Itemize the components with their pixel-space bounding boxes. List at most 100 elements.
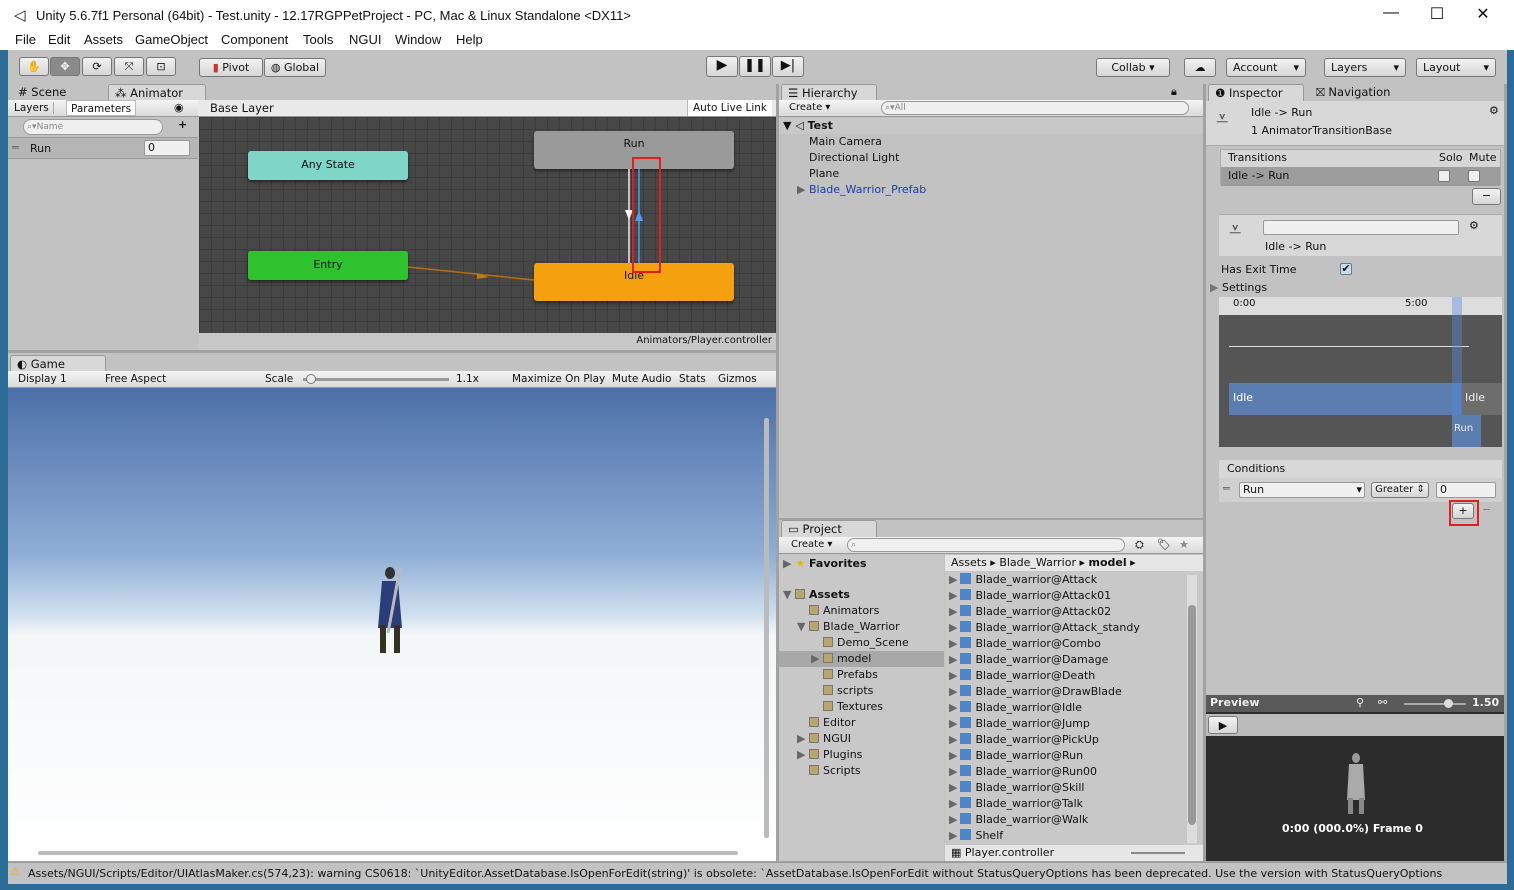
expand-arrow-icon[interactable]: ▶ bbox=[797, 731, 809, 747]
stats-toggle[interactable]: Stats bbox=[679, 373, 706, 385]
menu-edit[interactable]: Edit bbox=[48, 32, 70, 47]
expand-arrow-icon[interactable]: ▼ bbox=[783, 119, 791, 132]
expand-arrow-icon[interactable]: ▶ bbox=[949, 765, 957, 778]
tab-layers[interactable]: Layers bbox=[14, 102, 54, 114]
expand-arrow-icon[interactable]: ▶ bbox=[949, 733, 957, 746]
condition-parameter-dropdown[interactable]: Run ▾ bbox=[1239, 482, 1365, 498]
settings-foldout[interactable]: ▶ Settings bbox=[1210, 281, 1267, 294]
hierarchy-item[interactable]: Plane bbox=[809, 166, 839, 182]
global-button[interactable]: ◍ Global bbox=[264, 58, 326, 77]
scene-row[interactable]: ▼ ◁ Test bbox=[779, 118, 1203, 134]
project-file[interactable]: ▶ Blade_warrior@Run bbox=[949, 748, 1083, 764]
preview-timeline[interactable]: ▶ bbox=[1206, 714, 1504, 736]
breadcrumb-item[interactable]: Assets bbox=[951, 556, 987, 569]
favorites-row[interactable]: ▶ ★ Favorites bbox=[783, 556, 867, 572]
speed-icon[interactable]: ⚯ bbox=[1378, 696, 1387, 709]
expand-arrow-icon[interactable]: ▶ bbox=[949, 829, 957, 842]
project-folder[interactable]: Scripts bbox=[797, 763, 861, 779]
project-folder[interactable]: ▶ NGUI bbox=[797, 731, 851, 747]
status-message[interactable]: Assets/NGUI/Scripts/Editor/UIAtlasMaker.… bbox=[28, 867, 1442, 880]
expand-arrow-icon[interactable]: ▶ bbox=[949, 685, 957, 698]
project-file[interactable]: ▶ Shelf bbox=[949, 828, 1003, 844]
speed-slider[interactable] bbox=[1404, 699, 1466, 708]
hierarchy-item[interactable]: Directional Light bbox=[809, 150, 899, 166]
project-file[interactable]: ▶ Blade_warrior@DrawBlade bbox=[949, 684, 1122, 700]
menu-gameobject[interactable]: GameObject bbox=[135, 32, 208, 47]
project-folder[interactable]: ▶ model bbox=[779, 651, 944, 667]
idle-clip-bar-2[interactable]: Idle bbox=[1461, 383, 1502, 415]
transition-name-input[interactable] bbox=[1263, 220, 1459, 235]
project-file[interactable]: ▶ Blade_warrior@Idle bbox=[949, 700, 1082, 716]
eye-icon[interactable]: ◉ bbox=[174, 101, 184, 114]
game-view[interactable] bbox=[8, 388, 776, 861]
menu-file[interactable]: File bbox=[15, 32, 36, 47]
create-dropdown[interactable]: Create ▾ bbox=[789, 102, 830, 113]
vertical-scrollbar[interactable] bbox=[764, 418, 769, 838]
project-file[interactable]: ▶ Blade_warrior@Skill bbox=[949, 780, 1084, 796]
pivot-button[interactable]: ▮ Pivot bbox=[199, 58, 263, 77]
parameter-row[interactable]: ═ Run 0 bbox=[8, 137, 198, 159]
filter-type-icon[interactable]: ⛭ bbox=[1135, 538, 1144, 552]
remove-condition-button[interactable]: − bbox=[1482, 503, 1491, 516]
solo-checkbox[interactable] bbox=[1438, 170, 1450, 182]
star-icon[interactable]: ★ bbox=[1179, 538, 1189, 551]
expand-arrow-icon[interactable]: ▶ bbox=[949, 621, 957, 634]
add-parameter-button[interactable]: + bbox=[178, 118, 187, 131]
preview-play-button[interactable]: ▶ bbox=[1208, 716, 1238, 734]
maximize-button[interactable]: ☐ bbox=[1422, 4, 1452, 24]
tab-project[interactable]: ▭ Project bbox=[781, 520, 877, 537]
project-folder[interactable]: ▼ Blade_Warrior bbox=[797, 619, 900, 635]
project-file[interactable]: ▶ Blade_warrior@Jump bbox=[949, 716, 1090, 732]
project-folder[interactable]: Demo_Scene bbox=[811, 635, 909, 651]
gear-icon[interactable]: ⚙ bbox=[1489, 104, 1499, 117]
tab-animator[interactable]: ⁂ Animator bbox=[108, 84, 206, 101]
aspect-dropdown[interactable]: Free Aspect bbox=[105, 373, 166, 385]
pause-button[interactable]: ❚❚ bbox=[739, 56, 771, 77]
breadcrumb-base-layer[interactable]: Base Layer bbox=[210, 101, 274, 115]
tab-parameters[interactable]: Parameters bbox=[66, 100, 137, 116]
mute-checkbox[interactable] bbox=[1468, 170, 1480, 182]
expand-arrow-icon[interactable]: ▼ bbox=[797, 619, 809, 635]
expand-arrow-icon[interactable]: ▶ bbox=[949, 701, 957, 714]
project-folder[interactable]: Prefabs bbox=[811, 667, 878, 683]
menu-ngui[interactable]: NGUI bbox=[349, 32, 382, 47]
project-file[interactable]: ▶ Blade_warrior@Combo bbox=[949, 636, 1101, 652]
project-file[interactable]: ▶ Blade_warrior@Attack_standy bbox=[949, 620, 1140, 636]
hand-tool-button[interactable]: ✋ bbox=[19, 57, 49, 76]
transition-row[interactable]: Idle -> Run bbox=[1221, 167, 1500, 186]
scale-tool-button[interactable]: ⤧ bbox=[114, 57, 144, 76]
minimize-button[interactable]: — bbox=[1376, 4, 1406, 22]
parameter-value-input[interactable]: 0 bbox=[144, 140, 190, 156]
tab-game[interactable]: ◐ Game bbox=[10, 355, 106, 372]
expand-arrow-icon[interactable]: ▶ bbox=[949, 589, 957, 602]
expand-arrow-icon[interactable]: ▶ bbox=[949, 605, 957, 618]
project-file[interactable]: ▶ Blade_warrior@Damage bbox=[949, 652, 1108, 668]
account-dropdown[interactable]: Account ▾ bbox=[1226, 58, 1306, 77]
parameter-search-input[interactable]: ⌕▾Name bbox=[23, 119, 163, 135]
hierarchy-item[interactable]: ▶ Blade_Warrior_Prefab bbox=[797, 182, 926, 198]
scale-slider[interactable] bbox=[303, 374, 449, 384]
menu-help[interactable]: Help bbox=[456, 32, 483, 47]
project-folder[interactable]: scripts bbox=[811, 683, 873, 699]
project-file[interactable]: ▶ Blade_warrior@Attack02 bbox=[949, 604, 1111, 620]
lock-icon[interactable]: 🔒︎ bbox=[1171, 85, 1177, 99]
move-tool-button[interactable]: ✥ bbox=[50, 57, 80, 76]
tab-scene[interactable]: # Scene bbox=[12, 84, 72, 101]
menu-assets[interactable]: Assets bbox=[84, 32, 123, 47]
display-dropdown[interactable]: Display 1 bbox=[18, 373, 67, 385]
condition-operator-dropdown[interactable]: Greater ⇕ bbox=[1371, 482, 1429, 498]
breadcrumb-item[interactable]: model bbox=[1089, 556, 1127, 569]
condition-value-input[interactable]: 0 bbox=[1436, 482, 1496, 498]
vertical-scrollbar[interactable] bbox=[1187, 575, 1197, 843]
expand-arrow-icon[interactable]: ▶ bbox=[949, 749, 957, 762]
expand-arrow-icon[interactable]: ▶ bbox=[797, 183, 805, 196]
icon-size-slider[interactable] bbox=[1131, 852, 1185, 854]
tab-navigation[interactable]: ⛝ Navigation bbox=[1310, 84, 1396, 101]
layout-dropdown[interactable]: Layout ▾ bbox=[1416, 58, 1496, 77]
expand-arrow-icon[interactable]: ▶ bbox=[949, 781, 957, 794]
status-bar[interactable]: ⚠ Assets/NGUI/Scripts/Editor/UIAtlasMake… bbox=[8, 862, 1507, 884]
expand-arrow-icon[interactable]: ▼ bbox=[783, 587, 795, 603]
project-folder[interactable]: Animators bbox=[797, 603, 879, 619]
remove-transition-button[interactable]: − bbox=[1472, 188, 1501, 205]
cloud-button[interactable]: ☁ bbox=[1184, 58, 1216, 77]
